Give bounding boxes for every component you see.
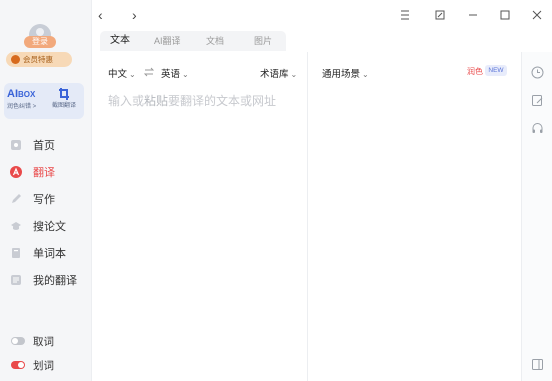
menu-icon[interactable] bbox=[398, 8, 412, 22]
sidebar-item-my-translations[interactable]: 我的翻译 bbox=[10, 270, 84, 290]
avatar-head-shape bbox=[36, 28, 44, 36]
toggle-knob bbox=[12, 338, 18, 344]
source-text-input[interactable]: 输入或粘贴要翻译的文本或网址 bbox=[108, 92, 276, 109]
chevron-down-icon: ⌄ bbox=[182, 70, 189, 79]
member-offer-button[interactable]: 会员特惠 bbox=[6, 52, 72, 67]
scene-select[interactable]: 通用场景 ⌄ bbox=[322, 66, 369, 80]
sidebar-item-label: 我的翻译 bbox=[33, 275, 77, 287]
aibox-tool[interactable]: AIBOX 润色纠错 > bbox=[7, 87, 43, 115]
sidebar-item-label: 翻译 bbox=[33, 167, 55, 179]
translate-icon bbox=[10, 166, 22, 178]
maximize-icon[interactable] bbox=[498, 8, 512, 22]
right-rail bbox=[521, 52, 552, 381]
tab-document[interactable]: 文档 bbox=[196, 31, 234, 51]
target-panel: 通用场景 ⌄ 润色 NEW bbox=[309, 52, 521, 381]
select-translate-label: 划词 bbox=[33, 359, 54, 372]
my-translation-icon bbox=[11, 275, 21, 285]
tab-ai-translate[interactable]: AI翻译 bbox=[144, 31, 191, 51]
swap-language-icon[interactable] bbox=[144, 67, 154, 77]
headset-icon[interactable] bbox=[531, 122, 544, 135]
source-language-select[interactable]: 中文 ⌄ bbox=[108, 66, 136, 80]
word-pick-toggle[interactable] bbox=[11, 337, 25, 345]
source-panel: 中文 ⌄ 英语 ⌄ 术语库 ⌄ 输入或粘贴要翻译的文本或网址 bbox=[92, 52, 308, 381]
word-pick-toggle-row[interactable]: 取词 bbox=[11, 333, 85, 349]
app-window: 登录 会员特惠 AIBOX 润色纠错 > 截图翻译 首页 翻译 写作 搜论文 单… bbox=[0, 0, 552, 381]
tab-text[interactable]: 文本 bbox=[100, 31, 140, 51]
chevron-down-icon: ⌄ bbox=[290, 70, 298, 79]
member-gem-icon bbox=[11, 55, 20, 64]
sidebar-item-home[interactable]: 首页 bbox=[10, 135, 84, 155]
sidebar: 登录 会员特惠 AIBOX 润色纠错 > 截图翻译 首页 翻译 写作 搜论文 单… bbox=[0, 0, 92, 381]
select-translate-toggle-row[interactable]: 划词 bbox=[11, 357, 85, 373]
close-icon[interactable] bbox=[530, 8, 544, 22]
toggle-knob bbox=[18, 362, 24, 368]
aibox-logo: AIBOX bbox=[7, 88, 36, 100]
tab-image[interactable]: 图片 bbox=[244, 31, 282, 51]
term-bank-select[interactable]: 术语库 ⌄ bbox=[260, 66, 297, 80]
screenshot-translate-tool[interactable]: 截图翻译 bbox=[45, 87, 83, 115]
sidebar-item-write[interactable]: 写作 bbox=[10, 189, 84, 209]
screenshot-translate-label: 截图翻译 bbox=[51, 103, 76, 109]
word-pick-label: 取词 bbox=[33, 335, 54, 348]
rewrite-button[interactable]: 润色 bbox=[467, 66, 483, 77]
tools-card: AIBOX 润色纠错 > 截图翻译 bbox=[4, 83, 84, 119]
login-button[interactable]: 登录 bbox=[24, 36, 56, 48]
chevron-down-icon: ⌄ bbox=[362, 70, 369, 79]
aibox-tool-label: 润色纠错 > bbox=[7, 104, 37, 110]
forward-arrow-icon[interactable]: › bbox=[132, 8, 137, 22]
back-arrow-icon[interactable]: ‹ bbox=[98, 8, 103, 22]
pin-window-icon[interactable] bbox=[433, 8, 447, 22]
home-icon bbox=[11, 140, 21, 150]
paper-icon bbox=[11, 222, 21, 230]
sidebar-item-label: 首页 bbox=[33, 140, 55, 152]
member-label: 会员特惠 bbox=[23, 55, 53, 64]
sidebar-item-label: 写作 bbox=[33, 194, 55, 206]
crop-icon bbox=[59, 88, 69, 100]
sidebar-item-label: 搜论文 bbox=[33, 221, 66, 233]
minimize-icon[interactable] bbox=[466, 8, 480, 22]
history-icon[interactable] bbox=[531, 66, 544, 79]
sidebar-item-papers[interactable]: 搜论文 bbox=[10, 216, 84, 236]
sidebar-item-wordbook[interactable]: 单词本 bbox=[10, 243, 84, 263]
write-icon bbox=[12, 194, 21, 203]
target-language-select[interactable]: 英语 ⌄ bbox=[161, 66, 189, 80]
new-badge: NEW bbox=[485, 65, 507, 76]
edit-document-icon[interactable] bbox=[531, 94, 544, 107]
collapse-panel-icon[interactable] bbox=[531, 358, 544, 371]
top-bar: ‹ › 文本 AI翻译 文档 图片 bbox=[92, 0, 552, 52]
select-translate-toggle[interactable] bbox=[11, 361, 25, 369]
sidebar-item-translate[interactable]: 翻译 bbox=[10, 162, 84, 182]
chevron-down-icon: ⌄ bbox=[129, 70, 136, 79]
wordbook-icon bbox=[12, 248, 20, 258]
sidebar-item-label: 单词本 bbox=[33, 248, 66, 260]
